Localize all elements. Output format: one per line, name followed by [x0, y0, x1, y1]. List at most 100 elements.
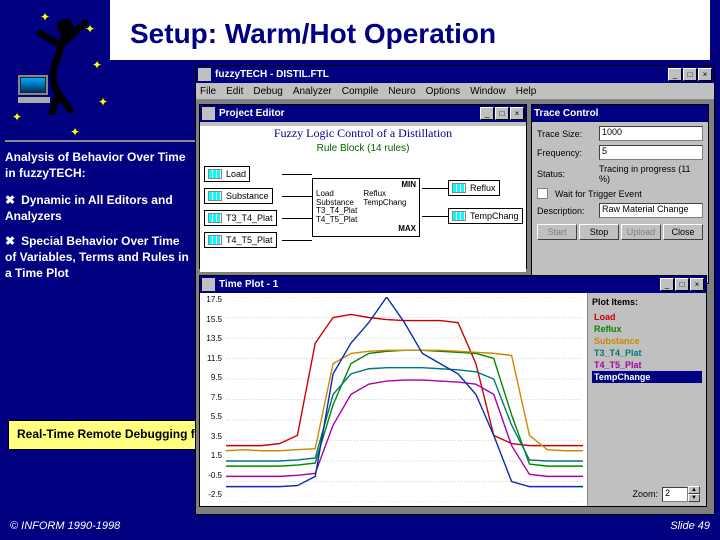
- plot-area[interactable]: 17.515.513.511.59.57.55.53.51.5-0.5-2.5: [200, 293, 588, 506]
- menu-file[interactable]: File: [200, 86, 216, 97]
- series-t3_t4_plat: [226, 368, 583, 461]
- label-status: Status:: [537, 169, 595, 179]
- io-label: T3_T4_Plat: [226, 213, 273, 223]
- menu-window[interactable]: Window: [470, 86, 506, 97]
- maximize-button[interactable]: □: [495, 107, 509, 120]
- time-plot-title: Time Plot - 1: [219, 279, 659, 290]
- y-tick: 11.5: [207, 354, 222, 363]
- upload-button[interactable]: Upload: [621, 224, 661, 240]
- window-icon: [202, 107, 215, 120]
- project-editor-titlebar[interactable]: Project Editor _ □ ×: [200, 105, 526, 122]
- input-var-box[interactable]: T4_T5_Plat: [204, 232, 277, 248]
- y-axis: 17.515.513.511.59.57.55.53.51.5-0.5-2.5: [202, 293, 224, 506]
- close-trace-button[interactable]: Close: [663, 224, 703, 240]
- y-tick: 15.5: [206, 315, 222, 324]
- y-tick: 5.5: [211, 412, 222, 421]
- menu-compile[interactable]: Compile: [342, 86, 379, 97]
- sidebar-bullet: ✖Special Behavior Over Time of Variables…: [5, 234, 192, 281]
- minimize-button[interactable]: _: [480, 107, 494, 120]
- slide-title: Setup: Warm/Hot Operation: [130, 18, 496, 50]
- y-tick: 1.5: [211, 451, 222, 460]
- label-trace-size: Trace Size:: [537, 129, 595, 139]
- close-button[interactable]: ×: [698, 68, 712, 81]
- start-button[interactable]: Start: [537, 224, 577, 240]
- window-icon: [202, 278, 215, 291]
- plot-item[interactable]: T4_T5_Plat: [592, 359, 702, 371]
- menu-neuro[interactable]: Neuro: [388, 86, 415, 97]
- copyright: © INFORM 1990-1998: [10, 520, 120, 532]
- plot-item[interactable]: Substance: [592, 335, 702, 347]
- bars-icon: [208, 235, 222, 245]
- time-plot-titlebar[interactable]: Time Plot - 1 _ □ ×: [200, 276, 706, 293]
- input-trace-size[interactable]: 1000: [599, 126, 703, 141]
- rule-block-bottom: MAX: [316, 225, 416, 234]
- plot-items-panel: Plot Items: LoadRefluxSubstanceT3_T4_Pla…: [588, 293, 706, 506]
- y-tick: 9.5: [211, 373, 222, 382]
- minimize-button[interactable]: _: [660, 278, 674, 291]
- plot-item[interactable]: T3_T4_Plat: [592, 347, 702, 359]
- app-titlebar[interactable]: fuzzyTECH - DISTIL.FTL _ □ ×: [196, 66, 714, 83]
- y-tick: 13.5: [206, 334, 222, 343]
- plot-item[interactable]: Reflux: [592, 323, 702, 335]
- app-title: fuzzyTECH - DISTIL.FTL: [215, 69, 667, 80]
- menu-debug[interactable]: Debug: [253, 86, 282, 97]
- zoom-label: Zoom:: [632, 489, 658, 499]
- stop-button[interactable]: Stop: [579, 224, 619, 240]
- slide-logo: ✦ ✦ ✦ ✦ ✦ ✦: [10, 10, 105, 130]
- series-t4_t5_plat: [226, 380, 583, 476]
- project-heading: Fuzzy Logic Control of a Distillation: [200, 126, 526, 141]
- app-window: fuzzyTECH - DISTIL.FTL _ □ × File Edit D…: [195, 65, 715, 515]
- project-editor-window: Project Editor _ □ × Fuzzy Logic Control…: [199, 104, 527, 269]
- trace-control-window: Trace Control Trace Size: 1000 Frequency:…: [531, 104, 709, 284]
- output-var-box[interactable]: Reflux: [448, 180, 500, 196]
- sidebar-bullet-text: Special Behavior Over Time of Variables,…: [5, 234, 189, 279]
- input-description[interactable]: Raw Material Change: [599, 203, 703, 218]
- rb-in: T4_T5_Plat: [316, 216, 357, 225]
- input-var-box[interactable]: Load: [204, 166, 250, 182]
- output-var-box[interactable]: TempChang: [448, 208, 523, 224]
- zoom-down-button[interactable]: ▼: [688, 494, 700, 502]
- zoom-up-button[interactable]: ▲: [688, 486, 700, 494]
- maximize-button[interactable]: □: [675, 278, 689, 291]
- y-tick: 17.5: [206, 295, 222, 304]
- io-label: Reflux: [470, 183, 496, 193]
- label-frequency: Frequency:: [537, 148, 595, 158]
- slide-number: Slide 49: [670, 520, 710, 532]
- menu-help[interactable]: Help: [516, 86, 537, 97]
- y-tick: -2.5: [208, 490, 222, 499]
- trace-titlebar[interactable]: Trace Control: [532, 105, 708, 122]
- bars-icon: [208, 191, 222, 201]
- io-label: T4_T5_Plat: [226, 235, 273, 245]
- y-tick: -0.5: [208, 471, 222, 480]
- close-button[interactable]: ×: [690, 278, 704, 291]
- io-label: TempChang: [470, 211, 519, 221]
- plot-item[interactable]: Load: [592, 311, 702, 323]
- minimize-button[interactable]: _: [668, 68, 682, 81]
- close-button[interactable]: ×: [510, 107, 524, 120]
- maximize-button[interactable]: □: [683, 68, 697, 81]
- menu-options[interactable]: Options: [426, 86, 460, 97]
- plot-item[interactable]: TempChange: [592, 371, 702, 383]
- rule-block[interactable]: MIN Load Substance T3_T4_Plat T4_T5_Plat…: [312, 178, 420, 237]
- checkbox-wait-trigger[interactable]: [537, 188, 548, 199]
- computer-icon: [18, 75, 52, 103]
- io-label: Load: [226, 169, 246, 179]
- sidebar: Analysis of Behavior Over Time in fuzzyT…: [5, 150, 192, 281]
- input-var-box[interactable]: Substance: [204, 188, 273, 204]
- y-tick: 3.5: [211, 432, 222, 441]
- plot-items-label: Plot Items:: [592, 297, 702, 307]
- rb-out: TempChang: [363, 199, 406, 208]
- app-icon: [198, 68, 211, 81]
- bars-icon: [208, 169, 222, 179]
- label-description: Description:: [537, 206, 595, 216]
- zoom-input[interactable]: 2: [662, 487, 688, 502]
- status-text: Tracing in progress (11 %): [599, 164, 703, 184]
- project-editor-title: Project Editor: [219, 108, 479, 119]
- menu-edit[interactable]: Edit: [226, 86, 243, 97]
- menu-analyzer[interactable]: Analyzer: [293, 86, 332, 97]
- input-var-box[interactable]: T3_T4_Plat: [204, 210, 277, 226]
- bars-icon: [452, 183, 466, 193]
- bars-icon: [208, 213, 222, 223]
- time-plot-window: Time Plot - 1 _ □ × 17.515.513.511.59.57…: [199, 275, 707, 507]
- input-frequency[interactable]: 5: [599, 145, 703, 160]
